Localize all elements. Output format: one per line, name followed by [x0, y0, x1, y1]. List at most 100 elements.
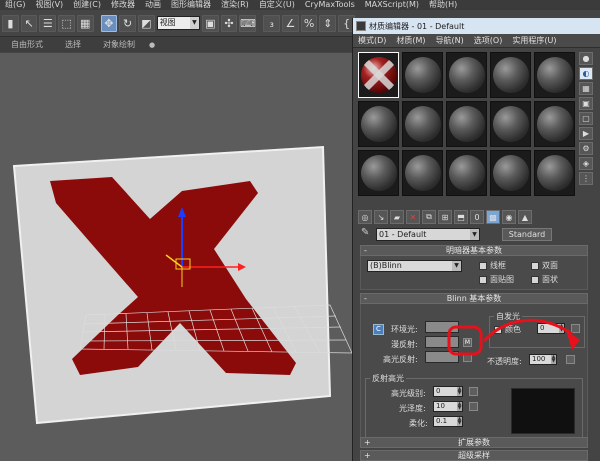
assign-to-selection-icon[interactable]: ▰ [390, 210, 404, 224]
reset-map-icon[interactable]: ✕ [406, 210, 420, 224]
make-preview-icon[interactable]: ▶ [579, 127, 593, 140]
soften-spinner[interactable]: 0.1 ▲ ▼ [433, 416, 463, 427]
diffuse-map-button[interactable]: M [463, 338, 472, 347]
select-object-icon[interactable]: ↖ [20, 14, 38, 32]
material-editor-menu-item[interactable]: 材质(M) [391, 35, 430, 46]
menu-item[interactable]: 帮助(H) [424, 0, 462, 10]
ambient-color-swatch[interactable] [425, 321, 459, 333]
faceted-checkbox[interactable]: 面状 [531, 274, 558, 285]
material-type-button[interactable]: Standard [502, 227, 552, 241]
spinner-snap-icon[interactable]: ⇕ [319, 14, 337, 32]
blinn-rollout-header[interactable]: - Blinn 基本参数 [360, 293, 588, 304]
keyboard-shortcut-icon[interactable]: ⌨ [239, 14, 257, 32]
copy-material-icon[interactable]: ⧉ [422, 210, 436, 224]
material-map-navigator-icon[interactable]: ⋮ [579, 172, 593, 185]
menu-item[interactable]: 组(G) [0, 0, 30, 10]
supersampling-rollout-header[interactable]: + 超级采样 [360, 450, 588, 461]
menu-item[interactable]: 动画 [140, 0, 166, 10]
shader-type-select[interactable]: (B)Blinn ▼ [367, 260, 462, 272]
sample-slot[interactable] [490, 101, 531, 147]
percent-snap-icon[interactable]: % [300, 14, 318, 32]
ribbon-tab-selection[interactable]: 选择 [54, 39, 92, 50]
material-editor-menu-item[interactable]: 导航(N) [431, 35, 469, 46]
menu-item[interactable]: 图形编辑器 [166, 0, 216, 10]
sample-slot[interactable] [446, 101, 487, 147]
sample-slot[interactable] [490, 52, 531, 98]
sample-slot[interactable] [534, 101, 575, 147]
eyedropper-icon[interactable]: ✎ [361, 227, 369, 238]
spec-level-map-button[interactable] [469, 387, 478, 396]
glossiness-map-button[interactable] [469, 402, 478, 411]
snap-toggle-icon[interactable]: ₃ [263, 14, 281, 32]
menu-item[interactable]: MAXScript(M) [360, 0, 424, 10]
sample-slot[interactable] [402, 52, 443, 98]
pivot-center-icon[interactable]: ▣ [201, 14, 219, 32]
menu-item[interactable]: 创建(C) [68, 0, 106, 10]
opacity-map-button[interactable] [566, 355, 575, 364]
menu-item[interactable]: CryMaxTools [300, 0, 360, 10]
select-move-icon[interactable]: ✥ [100, 14, 118, 32]
material-name-field[interactable]: 01 - Default ▼ [376, 227, 480, 241]
material-effects-channel-icon[interactable]: 0 [470, 210, 484, 224]
self-illum-color-checkbox[interactable]: 颜色 [494, 324, 521, 335]
sample-slot[interactable] [358, 150, 399, 196]
angle-snap-icon[interactable]: ∠ [282, 14, 299, 32]
specular-color-swatch[interactable] [425, 351, 459, 363]
two-sided-checkbox[interactable]: 双面 [531, 260, 558, 271]
sample-slot[interactable] [534, 52, 575, 98]
sample-type-icon[interactable]: ● [579, 52, 593, 65]
show-map-in-viewport-icon[interactable]: ▩ [486, 210, 500, 224]
make-unique-icon[interactable]: ⊞ [438, 210, 452, 224]
self-illum-spinner[interactable]: 0 ▲ ▼ [537, 323, 565, 334]
ambient-diffuse-lock-button[interactable]: C [373, 324, 384, 335]
self-illum-map-button[interactable] [571, 324, 580, 333]
sample-slot-active[interactable] [358, 52, 399, 98]
window-crossing-icon[interactable]: ▦ [76, 14, 94, 32]
reference-coord-select[interactable]: 视图 ▼ [156, 16, 200, 30]
menu-item[interactable]: 修改器 [106, 0, 140, 10]
material-editor-menu-item[interactable]: 选项(O) [469, 35, 508, 46]
background-icon[interactable]: ▦ [579, 82, 593, 95]
shader-rollout-header[interactable]: - 明暗器基本参数 [360, 245, 588, 256]
sample-slot[interactable] [402, 101, 443, 147]
sample-slot[interactable] [490, 150, 531, 196]
select-by-material-icon[interactable]: ◈ [579, 157, 593, 170]
select-manipulate-icon[interactable]: ✣ [220, 14, 238, 32]
menu-item[interactable]: 自定义(U) [254, 0, 300, 10]
options-icon[interactable]: ⚙ [579, 142, 593, 155]
sample-slot[interactable] [446, 150, 487, 196]
go-to-parent-icon[interactable]: ▲ [518, 210, 532, 224]
spec-level-spinner[interactable]: 0 ▲ ▼ [433, 386, 463, 397]
menu-item[interactable]: 视图(V) [30, 0, 68, 10]
video-color-check-icon[interactable]: ▢ [579, 112, 593, 125]
uv-tiling-icon[interactable]: ▣ [579, 97, 593, 110]
material-editor-titlebar[interactable]: 材质编辑器 - 01 - Default [353, 18, 600, 34]
ribbon-tab-freeform[interactable]: 自由形式 [0, 39, 54, 50]
select-by-name-icon[interactable]: ☰ [39, 14, 57, 32]
diffuse-color-swatch[interactable] [425, 336, 459, 348]
menu-item[interactable]: 渲染(R) [216, 0, 254, 10]
extended-rollout-header[interactable]: + 扩展参数 [360, 437, 588, 448]
perspective-viewport[interactable] [0, 53, 355, 461]
backlight-icon[interactable]: ◐ [579, 67, 593, 80]
material-editor-menu-item[interactable]: 模式(D) [353, 35, 391, 46]
ribbon-toggle-icon[interactable]: ● [146, 41, 158, 49]
face-map-checkbox[interactable]: 面贴图 [479, 274, 514, 285]
sample-slot[interactable] [534, 150, 575, 196]
put-to-library-icon[interactable]: ⬒ [454, 210, 468, 224]
select-rotate-icon[interactable]: ↻ [119, 14, 136, 32]
sample-slot[interactable] [446, 52, 487, 98]
rect-selection-icon[interactable]: ⬚ [58, 14, 75, 32]
specular-map-button[interactable] [463, 353, 472, 362]
ribbon-tab-object-paint[interactable]: 对象绘制 [92, 39, 146, 50]
sample-slot[interactable] [358, 101, 399, 147]
sample-slot[interactable] [402, 150, 443, 196]
opacity-spinner[interactable]: 100 ▲ ▼ [529, 354, 557, 365]
put-to-scene-icon[interactable]: ↘ [374, 210, 388, 224]
wire-checkbox[interactable]: 线框 [479, 260, 506, 271]
select-filter-icon[interactable]: ▮ [2, 14, 19, 32]
glossiness-spinner[interactable]: 10 ▲ ▼ [433, 401, 463, 412]
get-material-icon[interactable]: ◎ [358, 210, 372, 224]
select-scale-icon[interactable]: ◩ [137, 14, 155, 32]
show-end-result-icon[interactable]: ◉ [502, 210, 516, 224]
